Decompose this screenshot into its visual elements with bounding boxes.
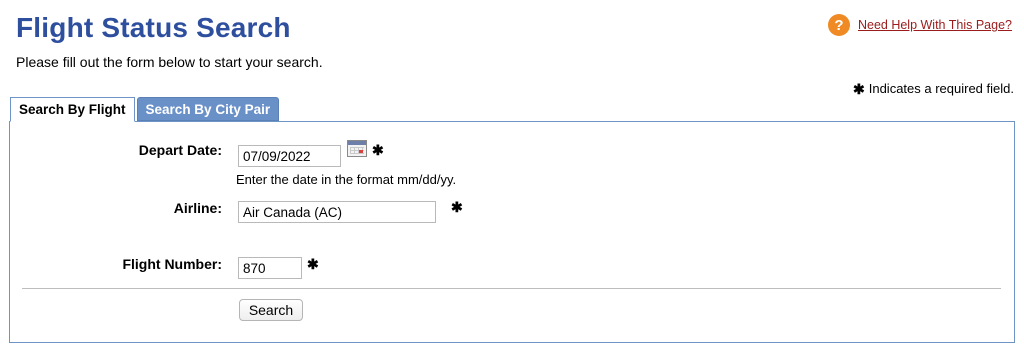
flight-number-label: Flight Number:: [122, 256, 222, 272]
required-asterisk-icon: ✱: [853, 80, 865, 97]
search-tabs: Search By Flight Search By City Pair: [10, 97, 280, 122]
required-field-note: ✱ Indicates a required field.: [853, 81, 1014, 96]
required-asterisk-icon: ✱: [307, 256, 319, 272]
required-asterisk-icon: ✱: [372, 142, 384, 158]
question-circle-icon[interactable]: ?: [827, 14, 850, 36]
help-link[interactable]: Need Help With This Page?: [858, 18, 1012, 32]
date-format-hint: Enter the date in the format mm/dd/yy.: [236, 172, 457, 187]
airline-label: Airline:: [173, 200, 222, 216]
required-note-text: Indicates a required field.: [868, 81, 1014, 96]
flight-number-input[interactable]: [238, 257, 302, 279]
tab-search-by-flight[interactable]: Search By Flight: [10, 97, 135, 122]
calendar-icon[interactable]: [347, 140, 367, 157]
page-subtitle: Please fill out the form below to start …: [16, 54, 323, 70]
depart-date-input[interactable]: [238, 145, 341, 167]
required-asterisk-icon: ✱: [451, 199, 463, 215]
tab-search-by-city-pair[interactable]: Search By City Pair: [136, 97, 280, 121]
airline-input[interactable]: [238, 201, 436, 223]
depart-date-label: Depart Date:: [138, 142, 222, 158]
form-divider: [22, 288, 1001, 289]
help-section: ? Need Help With This Page?: [827, 14, 1012, 36]
search-button[interactable]: Search: [239, 299, 303, 321]
page-title: Flight Status Search: [16, 12, 291, 43]
